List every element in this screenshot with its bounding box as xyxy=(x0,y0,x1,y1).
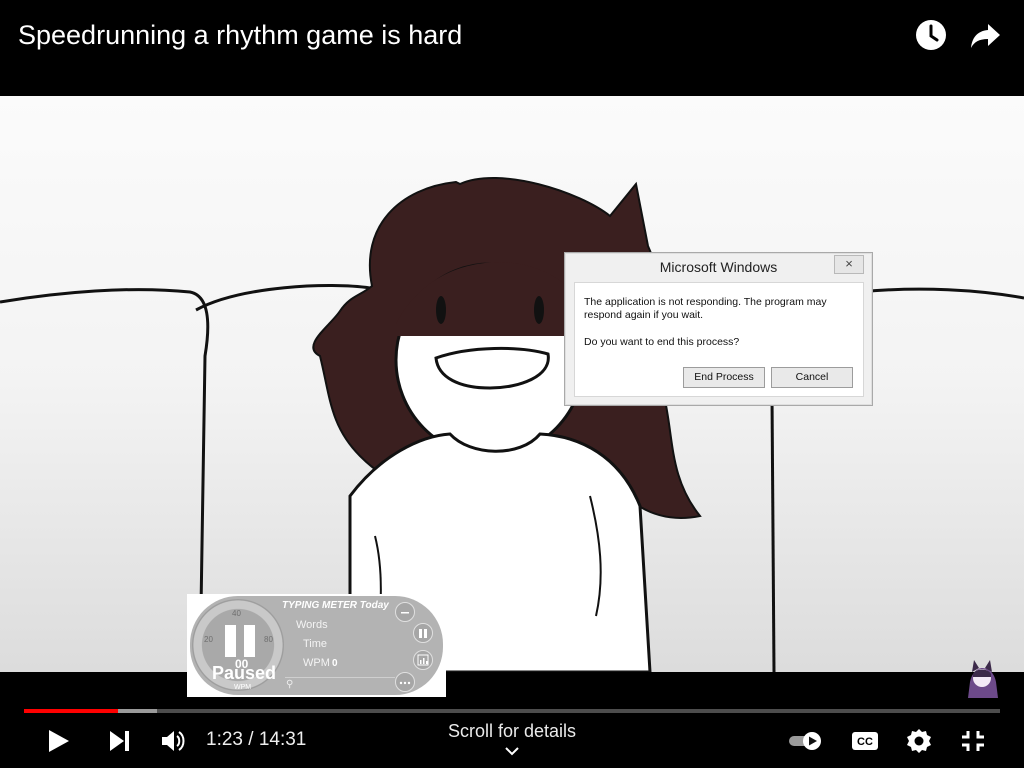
pause-button[interactable] xyxy=(413,623,433,643)
dialog-question: Do you want to end this process? xyxy=(584,336,740,348)
gauge-tick: 40 xyxy=(232,609,241,618)
stats-button[interactable] xyxy=(413,650,433,670)
not-responding-dialog: Microsoft Windows × The application is n… xyxy=(564,252,873,406)
wpm-gauge: 20 40 80 00 Paused WPM xyxy=(192,599,284,691)
pause-icon xyxy=(225,625,255,657)
share-icon[interactable] xyxy=(968,18,1002,52)
channel-avatar[interactable] xyxy=(964,658,1000,698)
minimize-button[interactable] xyxy=(395,602,415,622)
cancel-button[interactable]: Cancel xyxy=(771,367,853,388)
dialog-title: Microsoft Windows xyxy=(659,259,778,275)
time-label: Time xyxy=(303,638,328,650)
chevron-down-icon[interactable] xyxy=(504,746,520,756)
wpm-label: WPM xyxy=(303,657,330,669)
pause-small-icon xyxy=(419,629,427,638)
typing-meter-widget[interactable]: 20 40 80 00 Paused WPM TYPING METER Toda… xyxy=(187,594,446,697)
more-button[interactable] xyxy=(395,672,415,692)
divider xyxy=(285,677,395,678)
gauge-tick: 20 xyxy=(204,635,213,644)
paused-status: Paused xyxy=(212,663,277,683)
time-display: 1:23 / 14:31 xyxy=(206,729,307,750)
typing-meter-panel: 20 40 80 00 Paused WPM TYPING METER Toda… xyxy=(190,596,443,695)
next-icon[interactable] xyxy=(108,730,132,752)
end-process-button[interactable]: End Process xyxy=(683,367,765,388)
words-label: Words xyxy=(296,619,328,631)
minus-icon xyxy=(401,612,409,614)
wpm-count: 0 xyxy=(332,658,338,669)
volume-icon[interactable] xyxy=(160,729,188,753)
typing-meter-brand: TYPING METER Today xyxy=(282,600,389,611)
exit-fullscreen-icon[interactable] xyxy=(960,729,986,753)
progress-bar[interactable] xyxy=(24,709,1000,713)
captions-icon[interactable]: CC xyxy=(851,730,879,752)
dialog-close-button[interactable]: × xyxy=(834,255,864,274)
play-icon[interactable] xyxy=(46,729,72,753)
autoplay-toggle-icon[interactable] xyxy=(788,730,824,752)
video-frame[interactable]: Microsoft Windows × The application is n… xyxy=(0,96,1024,672)
more-icon xyxy=(399,681,411,685)
dialog-body: The application is not responding. The p… xyxy=(574,282,864,397)
wpm-unit: WPM xyxy=(234,684,252,691)
search-icon[interactable]: ⚲ xyxy=(286,679,293,690)
dialog-message: The application is not responding. The p… xyxy=(584,296,827,321)
bar-chart-icon xyxy=(417,654,429,666)
scroll-for-details[interactable]: Scroll for details xyxy=(430,721,594,742)
played-progress xyxy=(24,709,118,713)
clock-icon[interactable] xyxy=(914,18,948,52)
top-bar: Speedrunning a rhythm game is hard xyxy=(0,0,1024,96)
svg-text:CC: CC xyxy=(857,736,873,748)
video-title[interactable]: Speedrunning a rhythm game is hard xyxy=(18,20,462,51)
gauge-tick: 80 xyxy=(264,635,273,644)
settings-icon[interactable] xyxy=(906,728,932,754)
